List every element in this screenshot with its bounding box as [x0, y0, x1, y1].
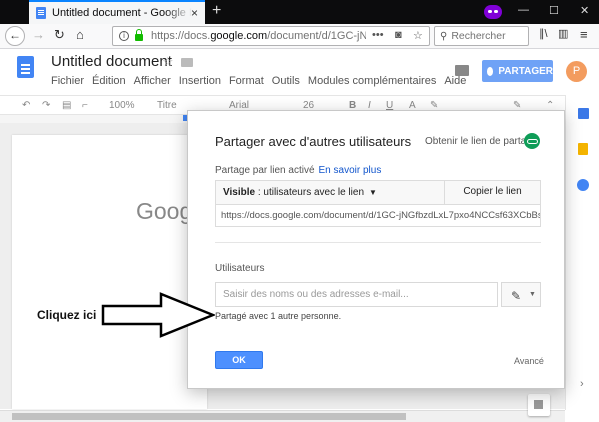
pencil-icon: ✎	[511, 289, 522, 303]
dialog-title: Partager avec d'autres utilisateurs	[215, 134, 412, 149]
document-text[interactable]: Goog	[136, 198, 192, 225]
share-button[interactable]: PARTAGER	[482, 60, 553, 82]
visibility-row: Visible : utilisateurs avec le lien ▼ Cop…	[215, 180, 541, 205]
get-shareable-link-label[interactable]: Obtenir le lien de partage	[425, 136, 537, 147]
document-page[interactable]	[12, 135, 207, 409]
menu-tools[interactable]: Outils	[272, 75, 300, 87]
menu-view[interactable]: Afficher	[134, 75, 171, 87]
link-icon[interactable]	[524, 133, 540, 149]
new-tab-button[interactable]: +	[212, 2, 221, 20]
keep-icon[interactable]	[578, 143, 588, 155]
link-sharing-status: Partage par lien activé En savoir plus	[215, 165, 382, 176]
copy-link-button[interactable]: Copier le lien	[444, 181, 540, 204]
menu-format[interactable]: Format	[229, 75, 264, 87]
private-browsing-icon	[484, 5, 502, 19]
annotation-label: Cliquez ici	[37, 308, 97, 322]
tab-close-icon[interactable]: ×	[191, 6, 198, 20]
browser-nav-bar: ← → ↻ ⌂ i https://docs.google.com/docume…	[0, 24, 599, 49]
star-icon[interactable]: ☆	[162, 54, 174, 70]
bookmark-star-icon[interactable]: ☆	[413, 29, 423, 42]
menu-addons[interactable]: Modules complémentaires	[308, 75, 436, 87]
info-icon[interactable]: i	[119, 31, 129, 41]
share-dialog: Partager avec d'autres utilisateurs Obte…	[187, 110, 565, 389]
annotation-arrow-icon	[101, 292, 215, 338]
browser-tab[interactable]: Untitled document - Google Docs ×	[29, 0, 205, 24]
shared-with-text[interactable]: Partagé avec 1 autre personne.	[215, 311, 341, 321]
people-input[interactable]: Saisir des noms ou des adresses e-mail..…	[215, 282, 498, 307]
horizontal-scrollbar[interactable]	[0, 410, 565, 422]
ok-button[interactable]: OK	[215, 351, 263, 369]
forward-button[interactable]: →	[32, 27, 45, 42]
page-actions-icon[interactable]: •••	[372, 29, 384, 41]
tasks-icon[interactable]	[577, 179, 589, 191]
menu-help[interactable]: Aide	[444, 75, 466, 87]
share-button-label: PARTAGER	[498, 65, 553, 77]
chevron-right-icon[interactable]: ›	[580, 378, 584, 390]
search-icon: ⚲	[440, 30, 448, 42]
scrollbar-thumb[interactable]	[12, 413, 406, 420]
print-icon[interactable]: ▤	[62, 100, 71, 111]
url-text[interactable]: https://docs.google.com/document/d/1GC-j…	[151, 30, 366, 42]
users-label: Utilisateurs	[215, 263, 265, 274]
docs-menu-bar: Fichier Édition Afficher Insertion Forma…	[51, 75, 466, 87]
calendar-icon[interactable]	[578, 108, 589, 119]
search-bar[interactable]: ⚲ Rechercher	[434, 26, 529, 46]
back-button[interactable]: ←	[5, 26, 25, 46]
folder-icon[interactable]	[181, 58, 193, 67]
zoom-select[interactable]: 100%	[109, 100, 135, 111]
minimize-button[interactable]: —	[518, 4, 529, 16]
redo-icon[interactable]: ↷	[42, 100, 50, 111]
advanced-link[interactable]: Avancé	[514, 356, 544, 366]
comments-icon[interactable]	[455, 65, 469, 76]
maximize-button[interactable]: ☐	[549, 4, 559, 17]
tab-title: Untitled document - Google Docs	[52, 7, 192, 19]
style-select[interactable]: Titre	[157, 100, 177, 111]
menu-file[interactable]: Fichier	[51, 75, 84, 87]
learn-more-link[interactable]: En savoir plus	[319, 165, 382, 176]
caret-down-icon: ▼	[529, 291, 536, 298]
menu-insert[interactable]: Insertion	[179, 75, 221, 87]
url-bar[interactable]: i https://docs.google.com/document/d/1GC…	[112, 26, 430, 46]
google-docs-logo-icon[interactable]	[17, 56, 34, 78]
lock-icon[interactable]	[135, 29, 143, 41]
close-window-button[interactable]: ✕	[580, 4, 589, 17]
caret-down-icon: ▼	[369, 188, 377, 197]
menu-edit[interactable]: Édition	[92, 75, 126, 87]
docs-header: Untitled document ☆ Fichier Édition Affi…	[0, 49, 599, 95]
search-placeholder: Rechercher	[451, 30, 506, 42]
undo-icon[interactable]: ↶	[22, 100, 30, 111]
menu-icon[interactable]: ≡	[580, 27, 588, 42]
person-icon	[487, 66, 494, 76]
permission-dropdown-button[interactable]: ✎ ▼	[501, 282, 541, 307]
pocket-icon[interactable]: ◙	[395, 29, 402, 41]
library-icon[interactable]: ∥\	[539, 27, 548, 40]
document-title[interactable]: Untitled document	[51, 53, 172, 70]
side-panel: ›	[565, 95, 599, 410]
home-button[interactable]: ⌂	[76, 27, 84, 42]
visibility-dropdown[interactable]: Visible : utilisateurs avec le lien ▼	[216, 181, 444, 204]
share-url-field[interactable]: https://docs.google.com/document/d/1GC-j…	[215, 204, 541, 227]
paint-format-icon[interactable]: ⌐	[82, 100, 88, 111]
reload-button[interactable]: ↻	[54, 27, 65, 43]
divider	[215, 242, 541, 243]
sidebar-icon[interactable]: ▥	[558, 27, 568, 40]
avatar[interactable]: P	[566, 61, 587, 82]
explore-button[interactable]	[528, 394, 550, 416]
google-docs-favicon-icon	[36, 7, 46, 19]
browser-tab-bar: Untitled document - Google Docs × + — ☐ …	[0, 0, 599, 24]
